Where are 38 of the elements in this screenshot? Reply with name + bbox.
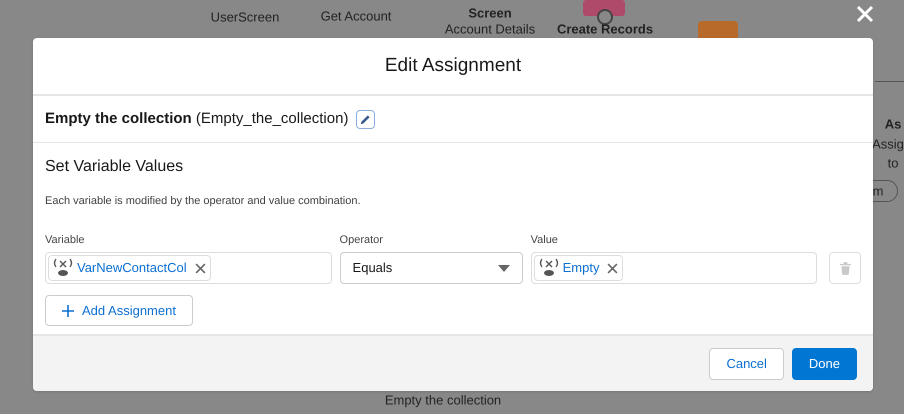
variable-icon [53, 258, 73, 278]
done-button[interactable]: Done [792, 348, 857, 380]
node-label: Create Records [556, 20, 654, 38]
node-label: to [888, 154, 898, 172]
remove-icon[interactable] [607, 262, 618, 274]
pencil-icon [360, 114, 372, 124]
section-title: Set Variable Values [45, 157, 184, 177]
field-label: Value [530, 232, 559, 248]
cancel-button[interactable]: Cancel [709, 348, 784, 380]
node-label: Screen [468, 4, 512, 22]
remove-icon[interactable] [194, 262, 206, 274]
node-label: UserScreen [210, 8, 280, 26]
edit-button[interactable] [356, 110, 376, 128]
node-label: Account Details [444, 20, 536, 38]
flow-node-icon[interactable] [583, 0, 625, 26]
pill-label: Empty [562, 259, 600, 278]
node-label: m [872, 182, 884, 200]
caret-icon [498, 264, 510, 272]
variable-pill[interactable]: Empty [534, 255, 624, 281]
node-label: Assig [872, 135, 904, 154]
value-field[interactable]: Empty [530, 252, 818, 284]
field-label: Variable [45, 232, 86, 248]
description-text: Each variable is modified by the operator and value combination. [45, 194, 362, 209]
variable-pill[interactable]: VarNewContactCol [48, 255, 211, 281]
add-assignment-button[interactable]: Add Assignment [45, 295, 193, 326]
operator-select[interactable]: Equals [340, 252, 523, 284]
field-label: Operator [340, 232, 384, 248]
plus-icon [62, 304, 74, 316]
variable-icon [538, 258, 559, 278]
element-name: Empty the collection (Empty_the_collection) [45, 108, 348, 129]
node-label: As [884, 115, 902, 134]
node-label: Get Account [320, 7, 392, 26]
modal-title: Edit Assignment [384, 54, 522, 78]
node-label: Empty the collection [384, 391, 502, 410]
trash-icon [840, 262, 851, 274]
close-icon[interactable] [855, 4, 875, 24]
pill-label: VarNewContactCol [77, 259, 187, 278]
variable-field[interactable]: VarNewContactCol [45, 252, 332, 284]
